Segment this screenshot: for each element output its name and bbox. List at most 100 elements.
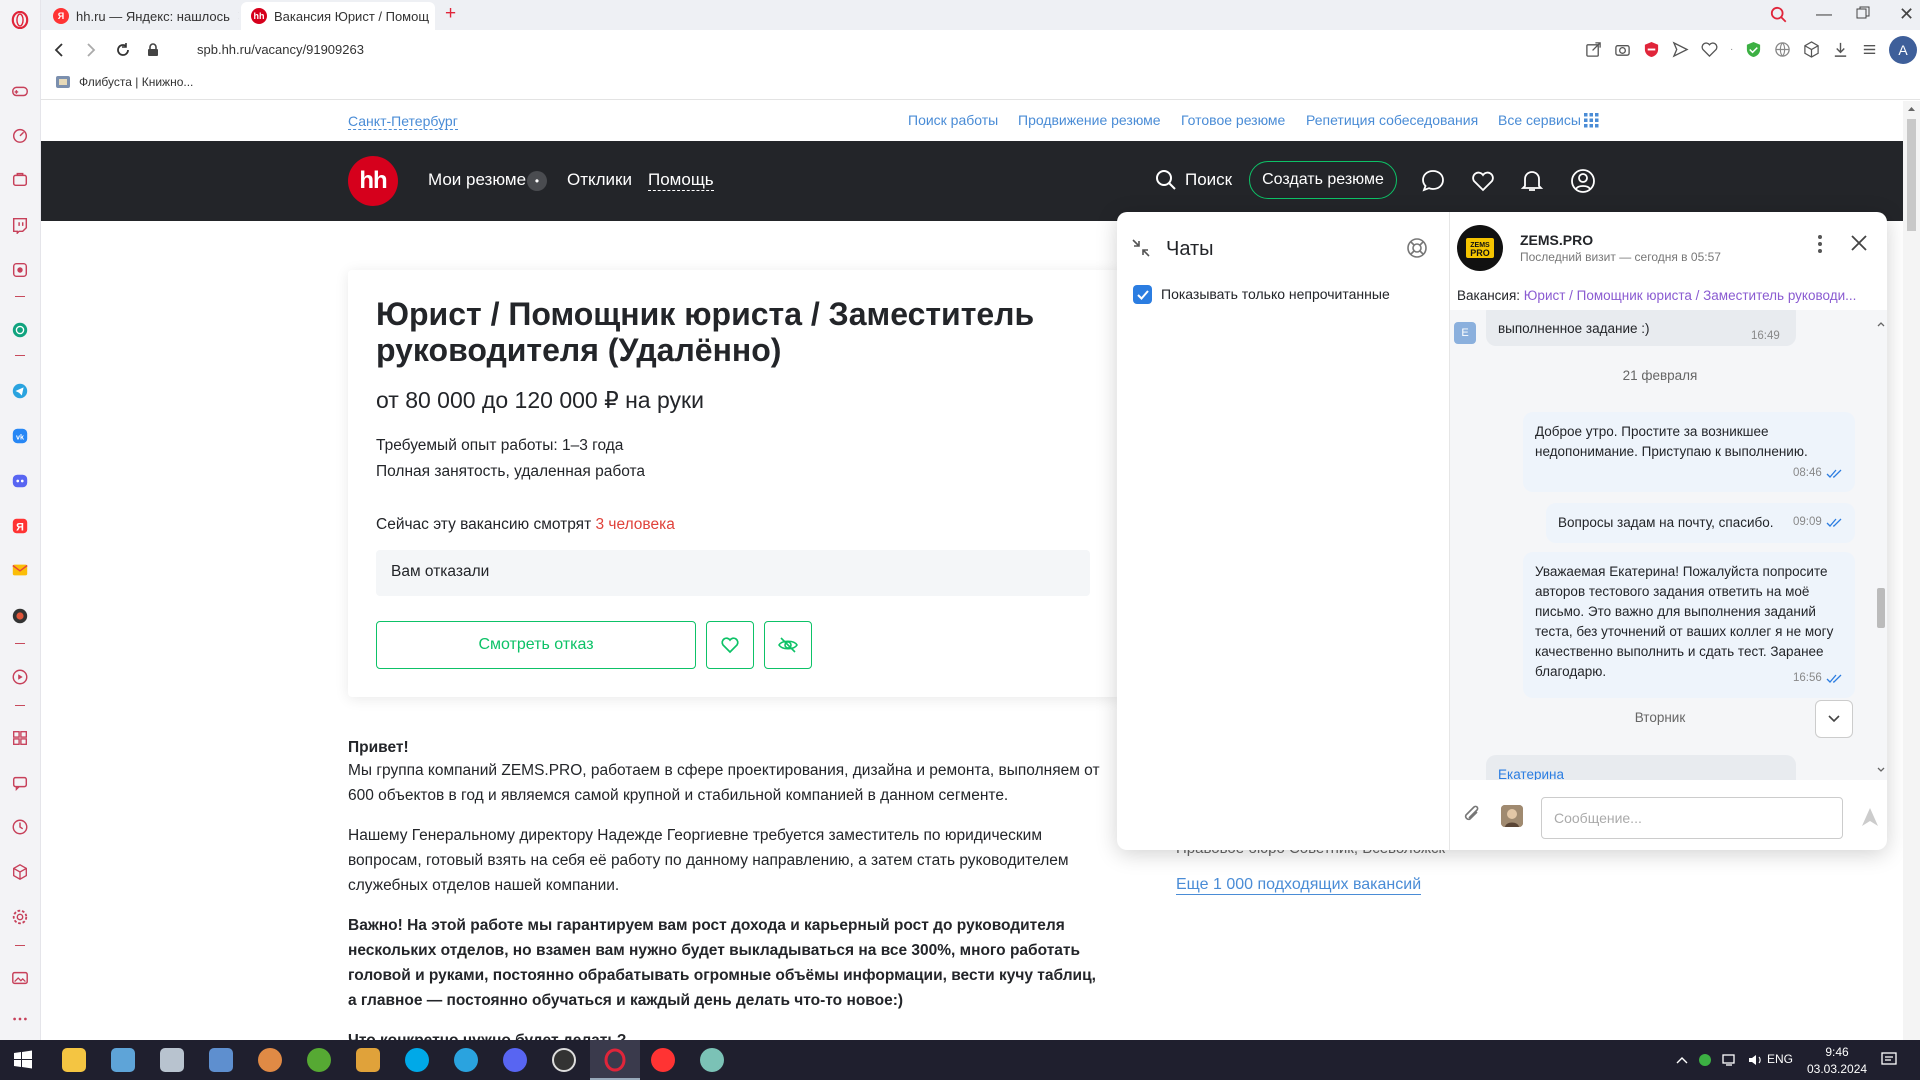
- monitor-icon[interactable]: [108, 1045, 138, 1075]
- city-selector[interactable]: Санкт-Петербург: [348, 113, 458, 130]
- app-taskbar-icon[interactable]: [697, 1045, 727, 1075]
- nav-help[interactable]: Помощь: [648, 170, 714, 191]
- messages-icon[interactable]: [1420, 168, 1446, 194]
- minimize-icon[interactable]: —: [1816, 6, 1832, 24]
- grid-icon[interactable]: [1584, 113, 1599, 128]
- chrome-icon[interactable]: [255, 1045, 285, 1075]
- account-icon[interactable]: [1569, 167, 1597, 195]
- notepad-icon[interactable]: [206, 1045, 236, 1075]
- tab-search-icon[interactable]: [1770, 6, 1788, 24]
- link-job-search[interactable]: Поиск работы: [908, 112, 998, 128]
- share-icon[interactable]: [1585, 41, 1602, 58]
- shield-icon[interactable]: [1745, 41, 1762, 58]
- nav-responses[interactable]: Отклики: [567, 170, 632, 190]
- forward-icon[interactable]: [79, 39, 101, 61]
- cube-icon[interactable]: [9, 861, 31, 883]
- download-icon[interactable]: [1832, 41, 1849, 58]
- heart-icon[interactable]: [1701, 41, 1718, 58]
- more-vacancies-link[interactable]: Еще 1 000 подходящих вакансий: [1176, 875, 1422, 895]
- send-message-icon[interactable]: [1859, 806, 1881, 828]
- notifications-icon[interactable]: [1519, 167, 1545, 193]
- tray-chevron-icon[interactable]: [1676, 1056, 1688, 1064]
- network-icon[interactable]: [1722, 1053, 1738, 1067]
- favorite-button[interactable]: [706, 621, 754, 669]
- keyboard-language[interactable]: ENG: [1767, 1052, 1793, 1066]
- favorites-icon[interactable]: [1470, 168, 1496, 194]
- nav-my-resumes[interactable]: Мои резюме: [428, 170, 526, 190]
- obs-icon[interactable]: [549, 1045, 579, 1075]
- back-icon[interactable]: [49, 39, 71, 61]
- twitch-icon[interactable]: [9, 214, 31, 236]
- camera-icon[interactable]: [1614, 41, 1631, 58]
- page-scrollbar[interactable]: [1903, 101, 1920, 1040]
- telegram-taskbar-icon[interactable]: [451, 1045, 481, 1075]
- bag-icon[interactable]: [9, 168, 31, 190]
- kebab-icon[interactable]: [1817, 234, 1823, 254]
- new-tab-button[interactable]: +: [445, 3, 456, 25]
- installer-icon[interactable]: [353, 1045, 383, 1075]
- tab-vacancy[interactable]: hh Вакансия Юрист / Помощ ✕: [241, 2, 435, 30]
- player-icon[interactable]: [9, 666, 31, 688]
- link-resume-promo[interactable]: Продвижение резюме: [1018, 112, 1161, 128]
- opera-taskbar-icon[interactable]: [600, 1045, 630, 1075]
- document-icon[interactable]: [157, 1045, 187, 1075]
- lock-icon[interactable]: [142, 39, 164, 61]
- scroll-down-button[interactable]: [1815, 700, 1853, 738]
- security-tray-icon[interactable]: [1698, 1053, 1712, 1067]
- discord-taskbar-icon[interactable]: [500, 1045, 530, 1075]
- skype-icon[interactable]: [402, 1045, 432, 1075]
- reload-icon[interactable]: [112, 39, 134, 61]
- yandex-icon[interactable]: Я: [9, 515, 31, 537]
- discord-icon[interactable]: [9, 470, 31, 492]
- support-icon[interactable]: [1406, 237, 1428, 259]
- bookmark-item[interactable]: Флибуста | Книжно...: [55, 74, 193, 90]
- restore-icon[interactable]: [1856, 6, 1870, 20]
- aria-icon[interactable]: [9, 259, 31, 281]
- messages-scrollbar[interactable]: [1877, 320, 1885, 772]
- close-icon[interactable]: ✕: [237, 7, 239, 25]
- notifications-tray-icon[interactable]: [1880, 1050, 1898, 1068]
- create-resume-button[interactable]: Создать резюме: [1249, 161, 1397, 199]
- url-text[interactable]: spb.hh.ru/vacancy/91909263: [197, 42, 364, 57]
- vpn-icon[interactable]: [1774, 41, 1791, 58]
- page-scroll-thumb[interactable]: [1907, 119, 1916, 231]
- attach-icon[interactable]: [1461, 804, 1483, 826]
- chat-icon[interactable]: [9, 772, 31, 794]
- profile-avatar[interactable]: A: [1889, 36, 1917, 64]
- link-interview-rehearsal[interactable]: Репетиция собеседования: [1306, 112, 1478, 128]
- volume-icon[interactable]: [1748, 1053, 1764, 1067]
- gallery-icon[interactable]: [9, 967, 31, 989]
- collapse-icon[interactable]: [1130, 237, 1152, 259]
- menu-icon[interactable]: [1861, 41, 1878, 58]
- speed-icon[interactable]: [9, 124, 31, 146]
- user-photo-icon[interactable]: [1501, 805, 1523, 827]
- hh-logo[interactable]: hh: [348, 156, 398, 206]
- unread-checkbox[interactable]: [1133, 285, 1152, 304]
- gamepad-icon[interactable]: [9, 80, 31, 102]
- window-close-icon[interactable]: ✕: [1899, 4, 1914, 25]
- apps-grid-icon[interactable]: [9, 727, 31, 749]
- mail-icon[interactable]: [9, 559, 31, 581]
- windows-start-icon[interactable]: [8, 1045, 38, 1075]
- search-icon[interactable]: [1155, 169, 1177, 191]
- chatgpt-icon[interactable]: [9, 319, 31, 341]
- adblock-icon[interactable]: [1643, 41, 1660, 58]
- settings-icon[interactable]: [9, 906, 31, 928]
- utorrent-icon[interactable]: [304, 1045, 334, 1075]
- search-button[interactable]: Поиск: [1185, 170, 1232, 190]
- vk-icon[interactable]: vk: [9, 425, 31, 447]
- opera-logo-icon[interactable]: [9, 9, 31, 31]
- yandex-browser-icon[interactable]: [648, 1045, 678, 1075]
- hide-vacancy-button[interactable]: [764, 621, 812, 669]
- app-icon[interactable]: [9, 605, 31, 627]
- more-icon[interactable]: [9, 1008, 31, 1030]
- unread-label[interactable]: Показывать только непрочитанные: [1161, 286, 1390, 302]
- chat-vacancy-link[interactable]: Юрист / Помощник юриста / Заместитель ру…: [1524, 288, 1857, 303]
- telegram-icon[interactable]: [9, 380, 31, 402]
- explorer-icon[interactable]: [59, 1045, 89, 1075]
- close-chat-icon[interactable]: [1850, 234, 1868, 252]
- tab-yandex[interactable]: Я hh.ru — Яндекс: нашлось ✕: [43, 2, 239, 30]
- message-input[interactable]: Сообщение...: [1541, 797, 1843, 839]
- link-all-services[interactable]: Все сервисы: [1498, 112, 1581, 128]
- link-ready-resume[interactable]: Готовое резюме: [1181, 112, 1285, 128]
